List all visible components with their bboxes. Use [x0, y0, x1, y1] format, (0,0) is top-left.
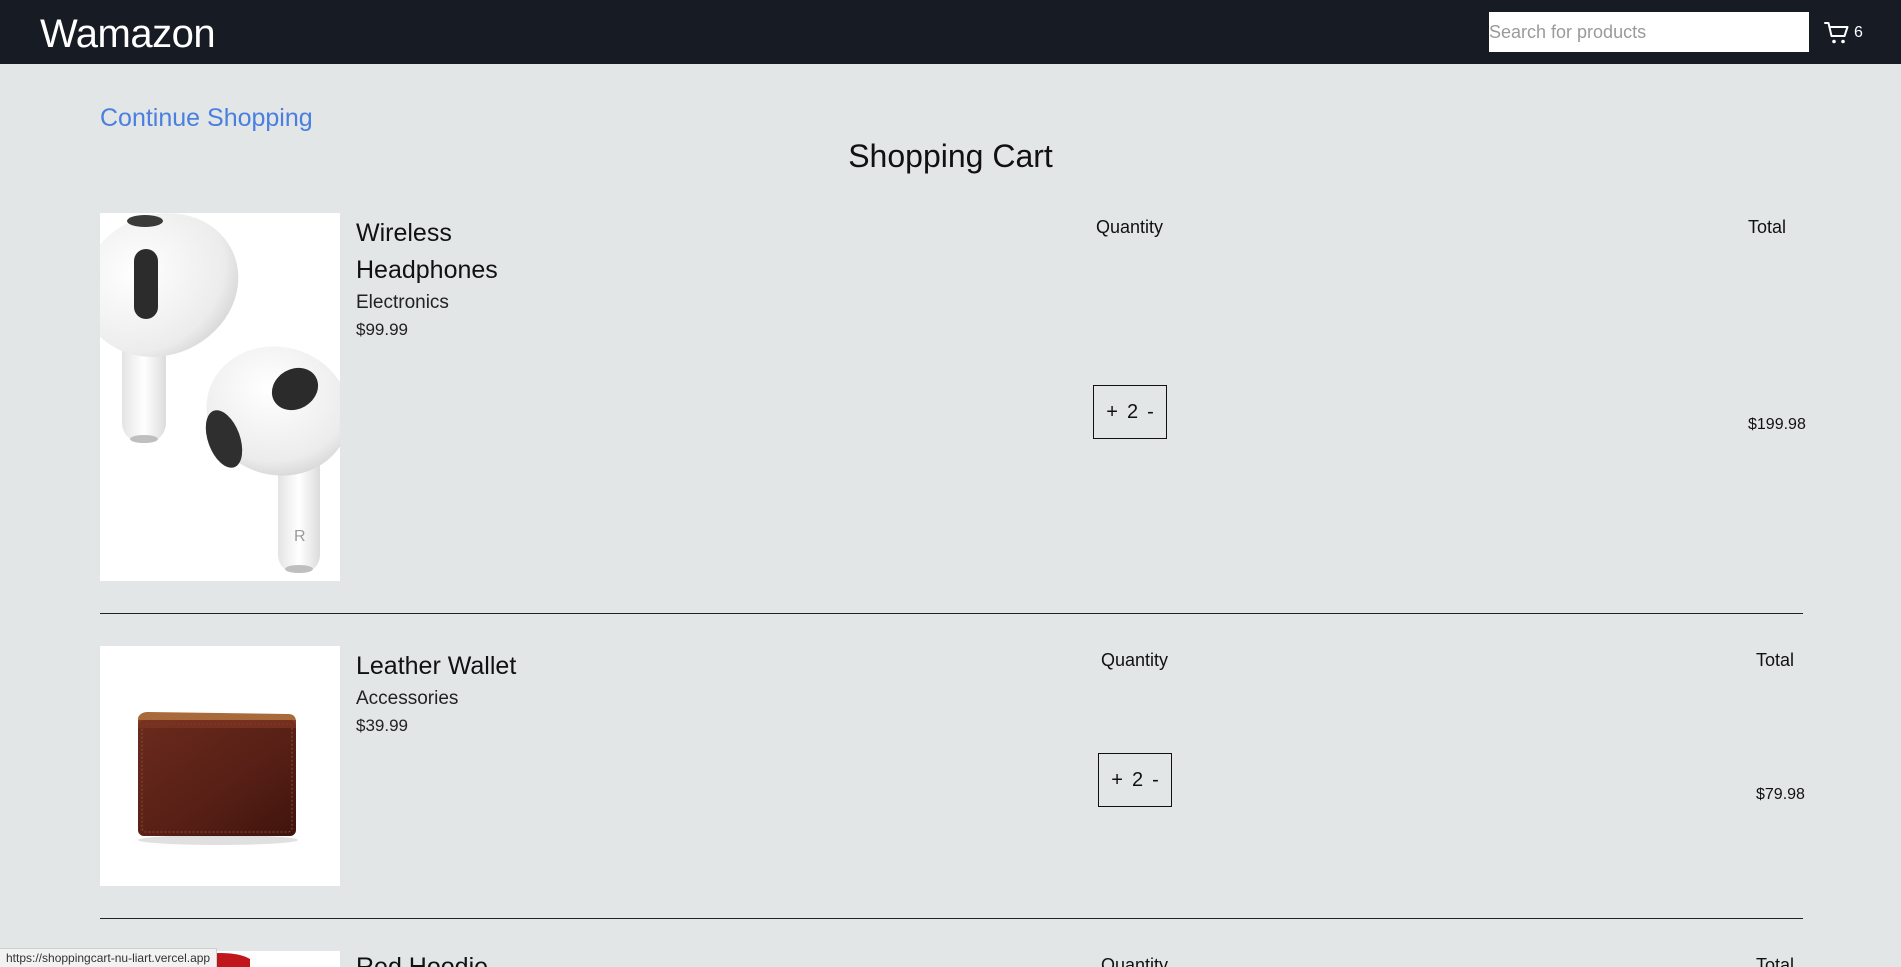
leather-wallet-image	[100, 646, 340, 886]
quantity-label: Quantity	[1096, 217, 1164, 237]
total-label: Total	[1748, 217, 1787, 237]
quantity-stepper: + 2 -	[1098, 753, 1172, 807]
quantity-label: Quantity	[1101, 650, 1169, 670]
wireless-earbuds-image: R	[100, 213, 340, 581]
status-url-bar: https://shoppingcart-nu-liart.vercel.app	[0, 948, 218, 967]
decrement-button[interactable]: -	[1152, 769, 1159, 792]
continue-shopping-link[interactable]: Continue Shopping	[100, 104, 313, 133]
cart-count-badge: 6	[1854, 24, 1863, 41]
product-image	[100, 646, 340, 886]
total-label: Total	[1756, 955, 1795, 967]
svg-text:R: R	[294, 528, 306, 545]
divider	[100, 918, 1803, 919]
product-image: R	[100, 213, 340, 581]
product-category: Electronics	[356, 292, 449, 313]
product-name: Leather Wallet	[356, 652, 517, 680]
quantity-stepper: + 2 -	[1093, 385, 1167, 439]
product-name: Wireless Headphones	[356, 219, 498, 284]
cart-item: Leather Wallet Accessories $39.99 Quanti…	[100, 646, 1805, 886]
product-price: $99.99	[356, 320, 408, 339]
cart-item: R Wireless Headphones Electronics $99.99…	[100, 213, 1806, 613]
search-input[interactable]	[1489, 12, 1809, 52]
cart-icon	[1824, 22, 1849, 44]
product-name: Red Hoodie	[356, 953, 489, 967]
divider	[100, 613, 1803, 614]
product-category: Accessories	[356, 688, 459, 709]
quantity-value: 2	[1131, 768, 1144, 791]
decrement-button[interactable]: -	[1147, 401, 1154, 424]
line-total: $199.98	[1748, 416, 1806, 433]
cart-item: Red Hoodie Quantity Total	[100, 951, 1803, 967]
line-total: $79.98	[1756, 786, 1805, 803]
product-price: $39.99	[356, 716, 408, 735]
page-title: Shopping Cart	[848, 138, 1053, 174]
top-navbar: Wamazon 6	[0, 0, 1901, 64]
logo[interactable]: Wamazon	[40, 10, 216, 58]
increment-button[interactable]: +	[1106, 401, 1118, 424]
cart-button[interactable]: 6	[1824, 20, 1863, 46]
increment-button[interactable]: +	[1111, 769, 1123, 792]
quantity-label: Quantity	[1101, 955, 1169, 967]
quantity-value: 2	[1126, 400, 1139, 423]
total-label: Total	[1756, 650, 1795, 670]
